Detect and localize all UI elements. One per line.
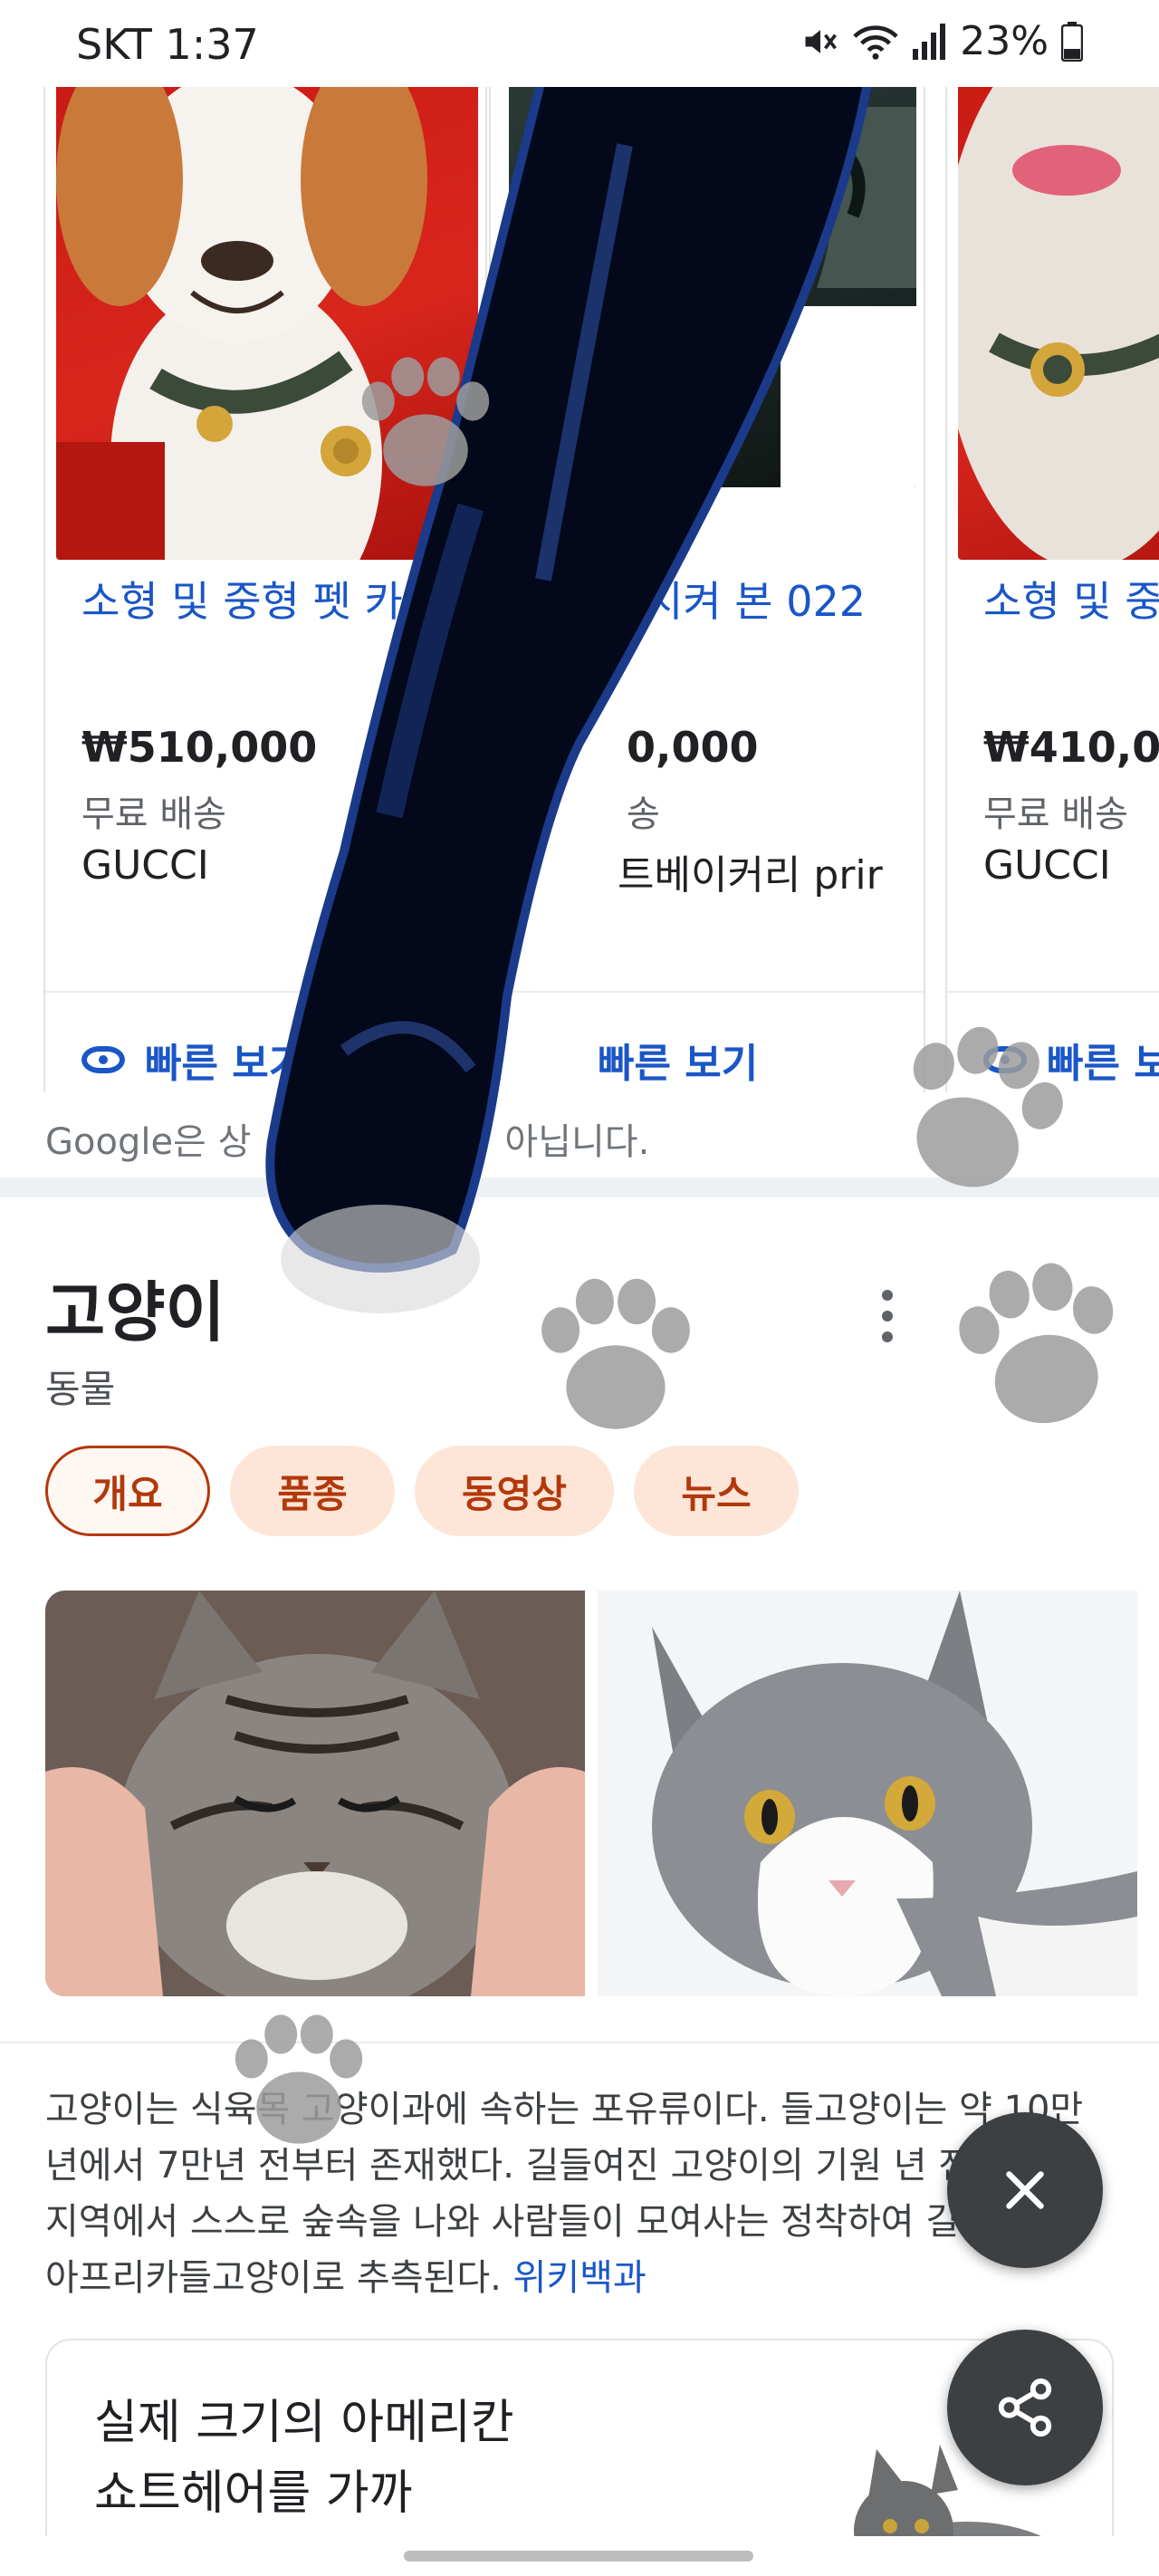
product-price: 0,000 [627,723,759,772]
product-title[interactable]: 지켜 본 022 [645,569,924,634]
home-gesture-handle[interactable] [404,2551,753,2562]
cat-image-gray-white[interactable] [598,1591,1137,1996]
kp-subtitle: 동물 [45,1367,116,1411]
product-seller: GUCCI [81,842,209,889]
battery-percent: 23% [960,18,1049,64]
status-bar: SKT 1:37 23% [0,0,1159,87]
product-shipping: 무료 배송 [81,793,226,835]
share-button[interactable] [947,2330,1103,2485]
product-carousel[interactable]: 소형 및 중형 펫 카라 ₩510,000 무료 배송 GUCCI 빠른 보기 … [0,87,1159,1092]
disclaimer-tail: 아닙니다. [504,1121,650,1163]
divider [947,991,1159,993]
battery-icon [1061,21,1083,62]
section-separator [0,1177,1159,1197]
product-title[interactable]: 소형 및 중 라 [983,569,1159,634]
quick-view-button[interactable]: 빠른 보기 [81,1031,305,1089]
kp-chips: 개요 품종 동영상 뉴스 [45,1446,799,1536]
status-time: SKT 1:37 [76,20,259,69]
product-image [509,87,916,487]
quick-view-button[interactable]: 빠른 보기 [598,1031,758,1089]
product-seller: 트베이커리 prir [618,852,883,899]
product-card[interactable]: 소형 및 중형 펫 카라 ₩510,000 무료 배송 GUCCI 빠른 보기 [43,87,487,1092]
chip-news[interactable]: 뉴스 [634,1446,799,1536]
quick-view-button[interactable]: 빠른 보 [983,1031,1159,1089]
product-title[interactable]: 소형 및 중형 펫 카라 [81,569,480,634]
product-card[interactable]: 소형 및 중 라 ₩410,00 무료 배송 GUCCI 빠른 보 [945,87,1159,1092]
close-button[interactable] [947,2112,1103,2268]
chip-breeds[interactable]: 품종 [230,1446,395,1536]
signal-icon [913,23,946,60]
cat-image-tabby[interactable] [45,1591,585,1996]
system-nav-bar [0,2536,1159,2576]
product-shipping: 송 [627,793,660,835]
product-price: ₩510,000 [81,723,318,772]
more-vert-icon[interactable] [869,1284,905,1348]
ads-disclaimer: Google은 상 아닙니다. [45,1112,649,1165]
kp-image-gallery[interactable] [45,1591,1137,1996]
mute-icon [805,29,838,53]
wikipedia-link[interactable]: 위키백과 [513,2257,647,2299]
quick-view-label: 빠른 보기 [598,1041,759,1087]
quick-view-label: 빠른 보 [1047,1041,1159,1087]
divider [0,2042,1159,2043]
close-icon [1006,2171,1044,2209]
chip-overview[interactable]: 개요 [45,1446,210,1536]
eye-icon [983,1046,1027,1073]
disclaimer-text: Google은 상 [45,1121,252,1163]
eye-icon [81,1046,125,1073]
quick-view-label: 빠른 보기 [145,1041,306,1087]
product-image [958,87,1159,560]
wifi-icon [853,24,898,60]
product-shipping: 무료 배송 [983,793,1128,835]
divider [45,991,485,993]
status-icons: 23% [800,18,1083,64]
kp-description: 고양이는 식육목 고양이과에 속하는 포유류이다. 들고양이는 약 10만 년에… [45,2081,1087,2306]
article-title[interactable]: 실제 크기의 아메리칸 쇼트헤어를 가까 [94,2388,565,2529]
divider [491,991,924,993]
chip-videos[interactable]: 동영상 [415,1446,614,1536]
product-card[interactable]: 지켜 본 022 0,000 송 트베이커리 prir 빠른 보기 [489,87,925,1092]
product-seller: GUCCI [983,842,1111,889]
product-price: ₩410,00 [983,723,1159,772]
product-image [56,87,478,560]
kp-title: 고양이 [45,1274,225,1350]
share-icon [998,2378,1052,2437]
